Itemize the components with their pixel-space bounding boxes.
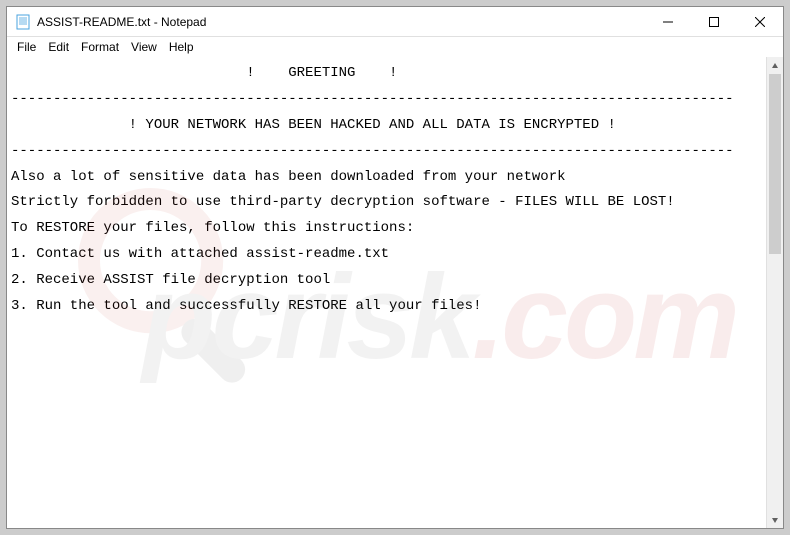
titlebar: ASSIST-README.txt - Notepad [7, 7, 783, 37]
maximize-button[interactable] [691, 7, 737, 36]
menubar: File Edit Format View Help [7, 37, 783, 57]
menu-help[interactable]: Help [163, 38, 200, 56]
text-line: Also a lot of sensitive data has been do… [11, 165, 762, 191]
notepad-window: ASSIST-README.txt - Notepad File Edit Fo… [6, 6, 784, 529]
text-line: ! YOUR NETWORK HAS BEEN HACKED AND ALL D… [11, 113, 762, 139]
text-line: 1. Contact us with attached assist-readm… [11, 242, 762, 268]
text-editor[interactable]: ! GREETING !----------------------------… [7, 57, 766, 528]
text-line: ! GREETING ! [11, 61, 762, 87]
text-line: ----------------------------------------… [11, 139, 762, 165]
menu-edit[interactable]: Edit [42, 38, 75, 56]
text-line: ----------------------------------------… [11, 87, 762, 113]
text-line: 3. Run the tool and successfully RESTORE… [11, 294, 762, 320]
window-title: ASSIST-README.txt - Notepad [37, 15, 645, 29]
vertical-scrollbar[interactable] [766, 57, 783, 528]
minimize-button[interactable] [645, 7, 691, 36]
text-line: 2. Receive ASSIST file decryption tool [11, 268, 762, 294]
scroll-thumb[interactable] [769, 74, 781, 254]
menu-file[interactable]: File [11, 38, 42, 56]
notepad-icon [15, 14, 31, 30]
scroll-down-button[interactable] [767, 511, 783, 528]
text-line: Strictly forbidden to use third-party de… [11, 190, 762, 216]
menu-format[interactable]: Format [75, 38, 125, 56]
close-button[interactable] [737, 7, 783, 36]
scroll-up-button[interactable] [767, 57, 783, 74]
content-area: ! GREETING !----------------------------… [7, 57, 783, 528]
menu-view[interactable]: View [125, 38, 163, 56]
text-line: To RESTORE your files, follow this instr… [11, 216, 762, 242]
window-controls [645, 7, 783, 36]
